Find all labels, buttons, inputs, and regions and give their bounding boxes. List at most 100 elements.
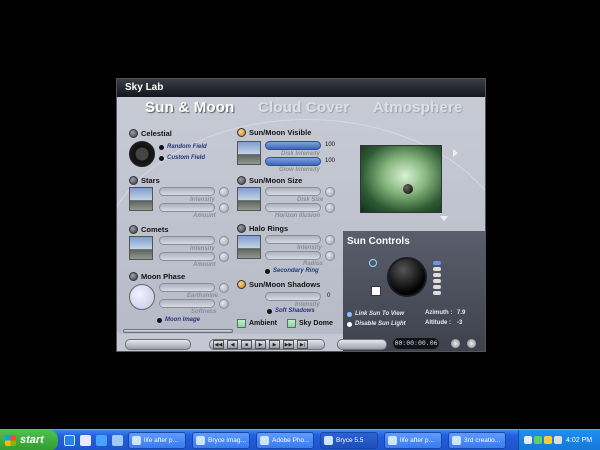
sun-moon-visible-thumbnail[interactable] — [237, 141, 261, 165]
sun-color-swatch[interactable] — [371, 286, 381, 296]
sun-elevation-rungs[interactable] — [433, 261, 441, 297]
disable-sun-light-option[interactable]: Disable Sun Light — [355, 321, 406, 327]
confirm-button[interactable] — [466, 338, 477, 349]
stop-button[interactable]: ■ — [241, 340, 252, 349]
cancel-button[interactable] — [450, 338, 461, 349]
comets-toggle[interactable] — [129, 225, 138, 234]
comets-thumbnail[interactable] — [129, 236, 153, 260]
halo-intensity-slider[interactable] — [265, 235, 321, 244]
soft-shadows-bullet[interactable] — [267, 309, 272, 314]
task-button-6[interactable]: 3rd creatio... — [448, 432, 506, 449]
playback-controls-left[interactable] — [125, 339, 191, 350]
tab-strip: Sun & Moon Cloud Cover Atmosphere — [117, 99, 485, 119]
task-button-1[interactable]: life after p... — [128, 432, 186, 449]
secondary-ring-bullet[interactable] — [265, 269, 270, 274]
stars-intensity-slider[interactable] — [159, 187, 215, 196]
comets-intensity-button[interactable] — [219, 236, 229, 246]
shadow-intensity-slider[interactable] — [265, 292, 321, 301]
sun-moon-size-thumbnail[interactable] — [237, 187, 261, 211]
earthshine-button[interactable] — [219, 283, 229, 293]
custom-field-bullet[interactable] — [159, 156, 164, 161]
celestial-button[interactable] — [129, 141, 155, 167]
halo-rings-thumbnail[interactable] — [237, 235, 261, 259]
task-button-4[interactable]: Bryce 5.5 — [320, 432, 378, 449]
tab-atmosphere[interactable]: Atmosphere — [373, 99, 463, 116]
softness-button[interactable] — [219, 299, 229, 309]
disable-sun-bullet[interactable] — [347, 322, 352, 327]
task-button-5[interactable]: life after p... — [384, 432, 442, 449]
comets-amount-slider[interactable] — [159, 252, 215, 261]
tray-alert-icon[interactable] — [544, 436, 552, 444]
disk-size-button[interactable] — [325, 187, 335, 197]
comets-amount-button[interactable] — [219, 252, 229, 262]
disk-size-slider[interactable] — [265, 187, 321, 196]
moon-phase-button[interactable] — [129, 284, 155, 310]
preview-menu-arrow-icon[interactable] — [440, 216, 448, 221]
stars-toggle[interactable] — [129, 176, 138, 185]
soft-shadows-option[interactable]: Soft Shadows — [275, 308, 315, 314]
earthshine-slider[interactable] — [159, 283, 215, 292]
play-button[interactable]: ▶ — [255, 340, 266, 349]
stars-amount-button[interactable] — [219, 203, 229, 213]
moon-image-option[interactable]: Moon Image — [165, 317, 200, 323]
outlook-quicklaunch-icon[interactable] — [80, 435, 91, 446]
end-button[interactable]: ▶| — [297, 340, 308, 349]
sky-lab-window: Sky Lab Sun & Moon Cloud Cover Atmospher… — [116, 78, 486, 352]
task-button-2[interactable]: Bryce imag... — [192, 432, 250, 449]
sun-moon-visible-label: Sun/Moon Visible — [249, 128, 312, 137]
halo-radius-caption: Radius — [303, 261, 324, 267]
stars-intensity-button[interactable] — [219, 187, 229, 197]
step-back-button[interactable]: ◀ — [227, 340, 238, 349]
random-field-option[interactable]: Random Field — [167, 144, 207, 150]
fast-forward-button[interactable]: ▶▶ — [283, 340, 294, 349]
secondary-ring-option[interactable]: Secondary Ring — [273, 268, 319, 274]
preview-options-arrow-icon[interactable] — [453, 149, 458, 157]
halo-radius-slider[interactable] — [265, 251, 321, 260]
start-button[interactable]: start — [0, 430, 58, 450]
desktop-quicklaunch-icon[interactable] — [96, 435, 107, 446]
horizon-illusion-button[interactable] — [325, 203, 335, 213]
sun-moon-size-toggle[interactable] — [237, 176, 246, 185]
halo-intensity-button[interactable] — [325, 235, 335, 245]
sun-lamp-icon[interactable] — [369, 259, 377, 267]
halo-rings-toggle[interactable] — [237, 224, 246, 233]
timeline-scrubber[interactable] — [123, 329, 233, 333]
tray-shield-icon[interactable] — [534, 436, 542, 444]
link-sun-bullet[interactable] — [347, 312, 352, 317]
sky-dome-checkbox[interactable] — [287, 319, 296, 328]
sun-moon-visible-toggle[interactable] — [237, 128, 246, 137]
tray-network-icon[interactable] — [524, 436, 532, 444]
keyframe-controls[interactable] — [337, 339, 387, 350]
horizon-illusion-caption: Horizon Illusion — [275, 213, 320, 219]
tray-volume-icon[interactable] — [554, 436, 562, 444]
custom-field-option[interactable]: Custom Field — [167, 155, 205, 161]
sun-moon-shadows-toggle[interactable] — [237, 280, 246, 289]
stars-amount-caption: Amount — [193, 213, 216, 219]
step-forward-button[interactable]: ▶ — [269, 340, 280, 349]
tab-sun-moon[interactable]: Sun & Moon — [145, 99, 234, 116]
tab-cloud-cover[interactable]: Cloud Cover — [258, 99, 349, 116]
bryce-icon — [324, 436, 333, 445]
ambient-checkbox[interactable] — [237, 319, 246, 328]
stars-amount-slider[interactable] — [159, 203, 215, 212]
random-field-bullet[interactable] — [159, 145, 164, 150]
comets-amount-caption: Amount — [193, 262, 216, 268]
halo-radius-button[interactable] — [325, 251, 335, 261]
glow-intensity-slider[interactable] — [265, 157, 321, 166]
horizon-illusion-slider[interactable] — [265, 203, 321, 212]
comets-intensity-slider[interactable] — [159, 236, 215, 245]
moon-phase-toggle[interactable] — [129, 272, 138, 281]
celestial-toggle[interactable] — [129, 129, 138, 138]
task-button-3[interactable]: Adobe Pho... — [256, 432, 314, 449]
stars-thumbnail[interactable] — [129, 187, 153, 211]
softness-slider[interactable] — [159, 299, 215, 308]
mediaplayer-quicklaunch-icon[interactable] — [112, 435, 123, 446]
halo-rings-label: Halo Rings — [249, 224, 289, 233]
rewind-button[interactable]: ◀◀ — [213, 340, 224, 349]
disk-intensity-slider[interactable] — [265, 141, 321, 150]
ie-quicklaunch-icon[interactable] — [64, 435, 75, 446]
link-sun-to-view-option[interactable]: Link Sun To View — [355, 311, 404, 317]
moon-image-bullet[interactable] — [157, 318, 162, 323]
sky-preview[interactable] — [360, 145, 442, 213]
sun-trackball[interactable] — [387, 257, 427, 297]
